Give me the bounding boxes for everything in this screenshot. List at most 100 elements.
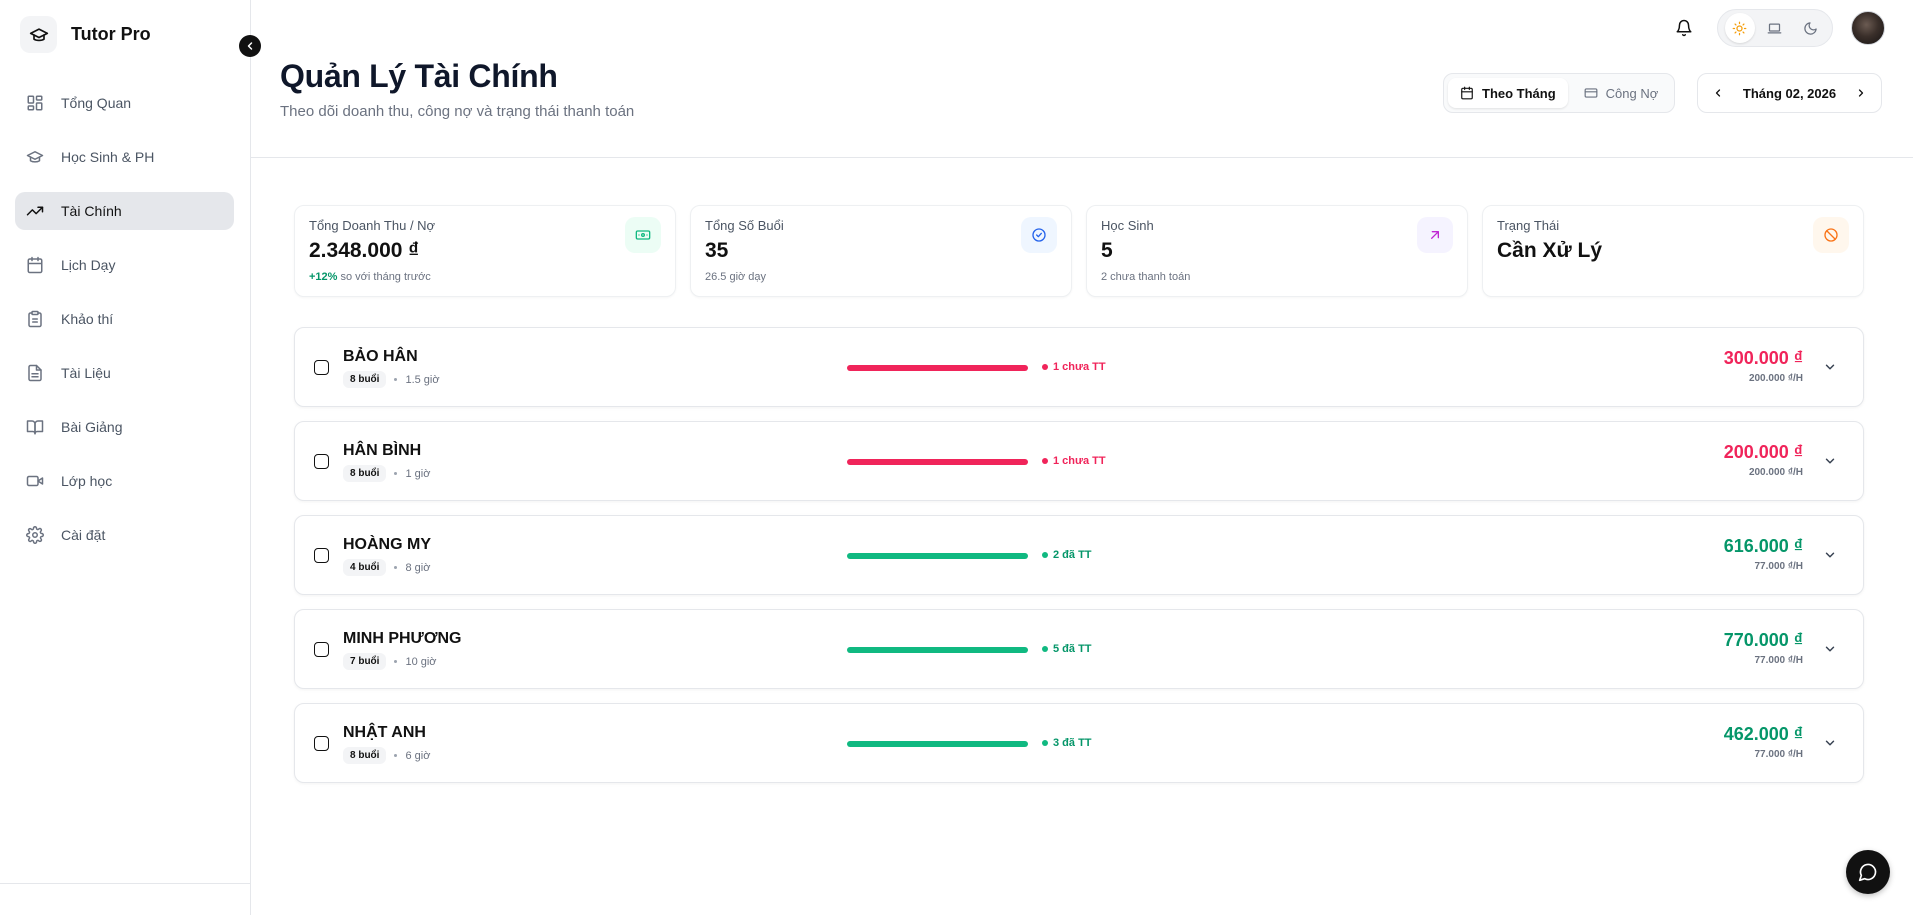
hourly-rate: 200.000 ₫/H [1748,467,1803,478]
status-text: 1 chưa TT [1053,455,1106,467]
sessions-badge: 7 buổi [343,653,387,670]
dashboard-icon [25,93,45,113]
student-row[interactable]: NHẬT ANH 8 buổi 6 giờ 3 đã TT 462.000 ₫ 77.00… [294,703,1864,783]
divider [0,883,251,884]
sidebar-item-lop-hoc[interactable]: Lớp học [15,462,234,500]
hours-text: 1 giờ [405,467,431,480]
status-dot [1042,364,1048,370]
hourly-rate: 77.000 ₫/H [1754,561,1804,572]
chat-icon [1858,862,1878,882]
chevron-left-icon[interactable] [1708,83,1728,103]
avatar[interactable] [1851,11,1885,45]
payment-progress-bar [847,459,1028,465]
stat-value: 5 [1101,239,1113,262]
separator-dot [394,660,398,663]
payment-progress-bar [847,365,1028,371]
stat-sub-text: 2 chưa thanh toán [1101,271,1191,283]
check-circle-icon [1021,217,1057,253]
sidebar-item-label: Bài Giảng [61,419,123,435]
chevron-down-icon[interactable] [1821,452,1839,470]
separator-dot [394,472,398,475]
amount: 200.000 ₫ [1723,442,1803,462]
chevron-down-icon[interactable] [1821,546,1839,564]
stat-label: Học Sinh [1101,218,1154,233]
student-row[interactable]: HÂN BÌNH 8 buổi 1 giờ 1 chưa TT 200.000 ₫ 200… [294,421,1864,501]
sidebar-item-label: Lịch Dạy [61,257,116,273]
row-checkbox[interactable] [314,360,329,375]
row-checkbox[interactable] [314,736,329,751]
row-checkbox[interactable] [314,548,329,563]
current-month: Tháng 02, 2026 [1742,85,1837,101]
sidebar-item-bai-giang[interactable]: Bài Giảng [15,408,234,446]
status-dot [1042,740,1048,746]
stat-sub: +12% so với tháng trước [309,271,661,283]
stat-sub-text: so với tháng trước [337,271,431,283]
stat-sub: 2 chưa thanh toán [1101,271,1453,283]
divider [251,157,1913,158]
sidebar-item-khao-thi[interactable]: Khảo thí [15,300,234,338]
chevron-down-icon[interactable] [1821,734,1839,752]
student-row[interactable]: HOÀNG MY 4 buổi 8 giờ 2 đã TT 616.000 ₫ 77.00… [294,515,1864,595]
status-dot [1042,646,1048,652]
topbar-actions [1669,9,1885,47]
chevron-down-icon[interactable] [1821,358,1839,376]
student-meta: 7 buổi 10 giờ [343,653,437,670]
sidebar-item-cai-dat[interactable]: Cài đặt [15,516,234,554]
sidebar-item-hoc-sinh-ph[interactable]: Học Sinh & PH [15,138,234,176]
laptop-icon[interactable] [1760,13,1790,43]
tab-theo-thang[interactable]: Theo Tháng [1448,78,1568,108]
sessions-badge: 4 buổi [343,559,387,576]
page-title: Quản Lý Tài Chính [280,58,558,94]
bell-icon[interactable] [1669,13,1699,43]
amount: 616.000 ₫ [1723,536,1803,556]
sidebar-item-label: Tài Chính [61,203,122,219]
graduation-cap-icon [25,147,45,167]
student-row[interactable]: BẢO HÂN 8 buổi 1.5 giờ 1 chưa TT 300.000 ₫ 20… [294,327,1864,407]
payment-status: 5 đã TT [1042,643,1092,655]
status-text: 5 đã TT [1053,643,1092,655]
student-row[interactable]: MINH PHƯƠNG 7 buổi 10 giờ 5 đã TT 770.000 ₫ 7… [294,609,1864,689]
sidebar-item-tai-lieu[interactable]: Tài Liệu [15,354,234,392]
banknote-icon [625,217,661,253]
sidebar-item-lich-day[interactable]: Lịch Dạy [15,246,234,284]
graduation-cap-icon [20,16,57,53]
stats-row: Tổng Doanh Thu / Nợ 2.348.000 ₫ +12% so vớ… [294,205,1864,297]
payment-progress-bar [847,647,1028,653]
theme-toggle [1717,9,1833,47]
sidebar-item-tong-quan[interactable]: Tổng Quan [15,84,234,122]
chat-button[interactable] [1846,850,1890,894]
chevron-down-icon[interactable] [1821,640,1839,658]
status-text: 1 chưa TT [1053,361,1106,373]
hourly-rate: 77.000 ₫/H [1754,749,1804,760]
student-name: MINH PHƯƠNG [343,630,462,647]
moon-icon[interactable] [1795,13,1825,43]
payment-status: 1 chưa TT [1042,361,1106,373]
status-text: 3 đã TT [1053,737,1092,749]
sidebar-item-label: Lớp học [61,473,113,489]
collapse-sidebar-button[interactable] [239,35,261,57]
stat-card: Tổng Số Buổi 35 26.5 giờ dạy [690,205,1072,297]
stat-value: Cần Xử Lý [1497,239,1603,262]
page-subtitle: Theo dõi doanh thu, công nợ và trạng thá… [280,103,635,120]
student-meta: 4 buổi 8 giờ [343,559,430,576]
brand[interactable]: Tutor Pro [20,16,151,53]
sidebar-item-tai-chinh[interactable]: Tài Chính [15,192,234,230]
student-meta: 8 buổi 6 giờ [343,747,430,764]
row-checkbox[interactable] [314,642,329,657]
sun-icon[interactable] [1724,13,1755,43]
tab-label: Theo Tháng [1482,85,1556,101]
tab-cong-no[interactable]: Công Nợ [1572,78,1671,108]
view-tabs: Theo Tháng Công Nợ [1443,73,1676,113]
sidebar-item-label: Khảo thí [61,311,114,327]
sidebar-item-label: Cài đặt [61,527,106,543]
sidebar-item-label: Học Sinh & PH [61,149,155,165]
sessions-badge: 8 buổi [343,747,387,764]
gear-icon [25,525,45,545]
sidebar-item-label: Tài Liệu [61,365,111,381]
chevron-right-icon[interactable] [1851,83,1871,103]
stat-card: Tổng Doanh Thu / Nợ 2.348.000 ₫ +12% so vớ… [294,205,676,297]
row-checkbox[interactable] [314,454,329,469]
status-text: 2 đã TT [1053,549,1092,561]
arrow-up-right-icon [1417,217,1453,253]
calendar-icon [25,255,45,275]
